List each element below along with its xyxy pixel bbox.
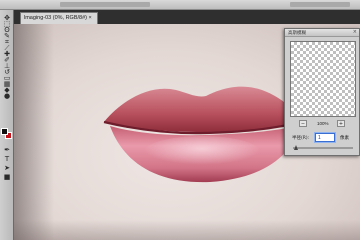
radius-slider[interactable] [293, 145, 353, 150]
path-select-icon[interactable]: ➤ [2, 164, 12, 172]
radius-input[interactable]: 1 [315, 133, 335, 142]
dialog-title: 高斯模糊 × [285, 29, 359, 37]
zoom-in-button[interactable]: + [337, 120, 345, 127]
dodge-tool-icon[interactable]: ● [2, 92, 12, 100]
canvas-shadow-bottom [14, 220, 360, 240]
pen-tool-icon[interactable]: ✒ [2, 146, 12, 154]
document-tab[interactable]: lmaging-03 (0%, RGB/8#) × [20, 12, 98, 24]
foreground-color-swatch[interactable] [1, 128, 8, 135]
radius-row: 半径(R): 1 像素 [288, 133, 358, 143]
lips-photo [103, 86, 303, 183]
zoom-level: 100% [317, 121, 329, 126]
options-bar-controls[interactable] [60, 2, 150, 7]
type-tool-icon[interactable]: T [2, 155, 12, 163]
close-icon[interactable]: × [353, 29, 357, 35]
preview-zoom-controls: − 100% + [299, 120, 349, 128]
filter-preview[interactable] [290, 41, 356, 117]
radius-slider-thumb[interactable] [294, 145, 298, 150]
document-tab-label: lmaging-03 (0%, RGB/8#) × [24, 15, 92, 21]
lip-highlight [144, 136, 260, 168]
menu-bar [0, 0, 360, 10]
zoom-out-button[interactable]: − [299, 120, 307, 127]
upper-lip [104, 86, 302, 132]
shape-tool-icon[interactable]: ■ [2, 173, 12, 181]
workspace-controls[interactable] [290, 2, 350, 7]
radius-label: 半径(R): [292, 136, 310, 141]
document-tab-bar: lmaging-03 (0%, RGB/8#) × [14, 10, 360, 24]
tool-palette: ✥ ⬚ ʘ ✎ ⌗ ⟋ ✚ ✐ ⊥ ↺ ▭ ▦ ◆ ● ✒ T ➤ ■ [0, 10, 14, 240]
radius-unit: 像素 [340, 136, 349, 141]
gaussian-blur-dialog: 高斯模糊 × − 100% + 半径(R): 1 像素 [284, 28, 360, 156]
canvas-shadow-left [14, 24, 54, 240]
dialog-title-text: 高斯模糊 [288, 31, 306, 36]
